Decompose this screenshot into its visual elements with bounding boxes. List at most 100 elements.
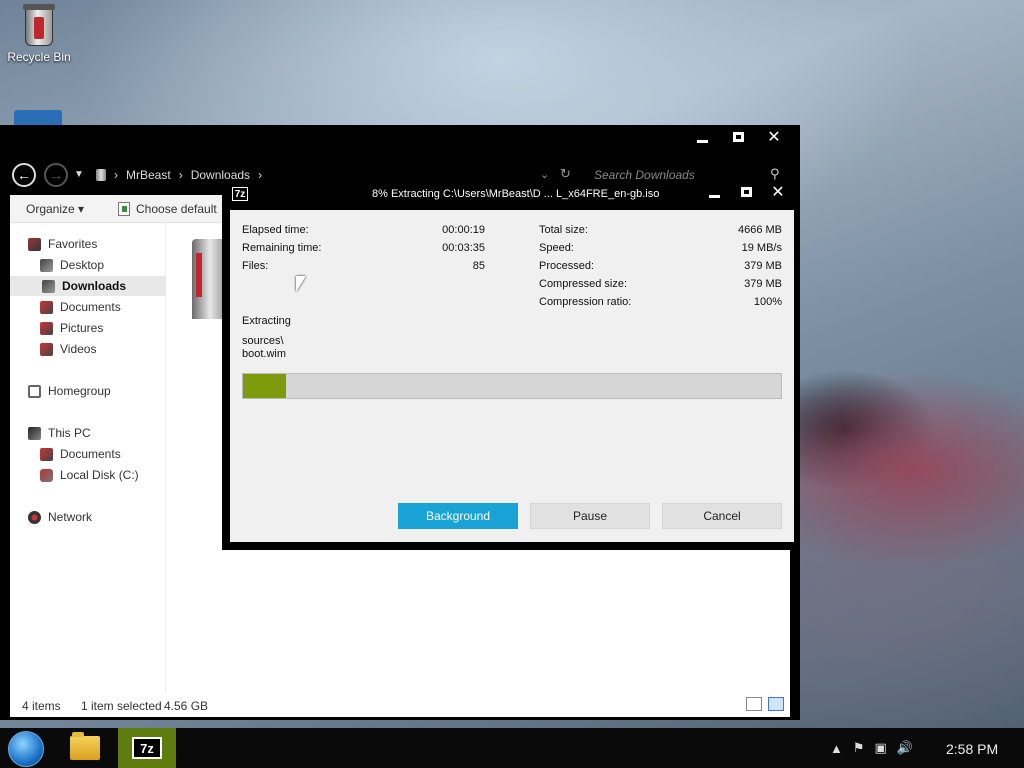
taskbar-sevenzip[interactable]: 7z [118, 728, 176, 768]
nav-local-disk-label: Local Disk (C:) [60, 468, 139, 482]
nav-downloads[interactable]: Downloads [10, 276, 166, 296]
action-center-flag-icon[interactable]: ⚑ [853, 740, 865, 756]
current-file: boot.wim [242, 348, 287, 360]
forward-arrow-icon: → [49, 167, 63, 183]
explorer-maximize-button[interactable] [726, 127, 750, 147]
dialog-maximize-button[interactable] [734, 182, 758, 202]
breadcrumb-separator-icon[interactable]: › [114, 168, 118, 182]
speed-value: 19 MB/s [741, 242, 782, 254]
nav-favorites[interactable]: Favorites [28, 234, 97, 254]
current-path: sources\ [242, 335, 284, 347]
back-arrow-icon: ← [17, 167, 31, 183]
start-button[interactable] [8, 731, 44, 767]
mouse-cursor-icon [296, 276, 306, 292]
homegroup-icon [28, 384, 41, 398]
recycle-bin-icon [23, 4, 55, 46]
nav-homegroup-label: Homegroup [48, 384, 111, 398]
nav-desktop-label: Desktop [60, 258, 105, 272]
files-value: 85 [472, 260, 485, 272]
operation-label: Extracting [242, 315, 291, 327]
network-icon [28, 510, 41, 524]
pc-documents-folder-icon [40, 447, 53, 461]
nav-documents-label: Documents [60, 300, 121, 314]
nav-videos-label: Videos [60, 342, 97, 356]
this-pc-icon [28, 426, 41, 440]
sevenzip-taskbar-icon: 7z [132, 737, 162, 759]
nav-pictures-label: Pictures [60, 321, 104, 335]
breadcrumb-mrbeast[interactable]: MrBeast [126, 168, 171, 182]
breadcrumb-separator-icon[interactable]: › [179, 168, 183, 182]
organize-button[interactable]: Organize ▾ [26, 202, 84, 216]
nav-pictures[interactable]: Pictures [40, 318, 103, 338]
dialog-body: Elapsed time: 00:00:19 Remaining time: 0… [230, 210, 794, 542]
nav-favorites-label: Favorites [48, 237, 98, 251]
elapsed-time-value: 00:00:19 [442, 224, 485, 236]
videos-folder-icon [40, 342, 53, 356]
processed-label: Processed: [539, 260, 595, 272]
close-icon: ✕ [771, 184, 785, 201]
total-size-label: Total size: [539, 224, 588, 236]
maximize-icon [740, 187, 752, 197]
taskbar-clock[interactable]: 2:58 PM [946, 741, 998, 757]
nav-downloads-label: Downloads [62, 279, 127, 293]
minimize-icon [696, 139, 708, 143]
volume-icon[interactable]: 🔊 [897, 740, 913, 756]
show-hidden-icons-icon[interactable]: ▲ [830, 741, 843, 756]
choose-default-button[interactable]: Choose default [118, 202, 217, 216]
explorer-close-button[interactable]: ✕ [762, 127, 786, 147]
dialog-title: 8% Extracting C:\Users\MrBeast\D ... L_x… [372, 188, 660, 200]
extraction-progress-bar [242, 373, 782, 399]
details-view-icon[interactable] [746, 697, 762, 711]
nav-pc-documents[interactable]: Documents [40, 444, 121, 464]
taskbar: 7z ▲ ⚑ ▣ 🔊 2:58 PM [0, 728, 1024, 768]
sevenzip-logo-icon: 7z [232, 187, 248, 201]
nav-this-pc[interactable]: This PC [28, 423, 91, 443]
nav-homegroup[interactable]: Homegroup [28, 381, 111, 401]
view-toggle [746, 697, 784, 711]
compressed-size-value: 379 MB [744, 278, 782, 290]
compressed-size-label: Compressed size: [539, 278, 628, 290]
speed-label: Speed: [539, 242, 574, 254]
dialog-minimize-button[interactable] [702, 182, 726, 202]
taskbar-file-explorer[interactable] [62, 728, 108, 768]
nav-this-pc-label: This PC [48, 426, 91, 440]
local-disk-icon [40, 468, 53, 482]
sevenzip-progress-dialog: 7z 8% Extracting C:\Users\MrBeast\D ... … [222, 180, 800, 550]
processed-value: 379 MB [744, 260, 782, 272]
system-tray: ▲ ⚑ ▣ 🔊 [830, 740, 913, 756]
dialog-close-button[interactable]: ✕ [766, 182, 790, 202]
remaining-time-label: Remaining time: [242, 242, 322, 254]
network-status-icon[interactable]: ▣ [875, 740, 887, 756]
pause-button[interactable]: Pause [530, 503, 650, 529]
close-icon: ✕ [767, 129, 781, 146]
nav-network-label: Network [48, 510, 93, 524]
status-selected-count: 1 item selected [81, 699, 162, 713]
back-button[interactable]: ← [12, 163, 36, 187]
explorer-minimize-button[interactable] [690, 127, 714, 147]
desktop-folder-icon [40, 258, 53, 272]
documents-folder-icon [40, 300, 53, 314]
nav-network[interactable]: Network [28, 507, 92, 527]
remaining-time-value: 00:03:35 [442, 242, 485, 254]
nav-local-disk[interactable]: Local Disk (C:) [40, 465, 139, 485]
elapsed-time-label: Elapsed time: [242, 224, 309, 236]
background-button[interactable]: Background [398, 503, 518, 529]
nav-desktop[interactable]: Desktop [40, 255, 104, 275]
recent-locations-dropdown[interactable]: ▼ [74, 169, 84, 180]
large-icons-view-icon[interactable] [768, 697, 784, 711]
choose-default-label: Choose default [136, 202, 217, 216]
cancel-button[interactable]: Cancel [662, 503, 782, 529]
compression-ratio-value: 100% [753, 296, 782, 308]
dialog-window-controls: ✕ [702, 182, 790, 202]
recycle-bin-shortcut[interactable]: Recycle Bin [6, 4, 72, 64]
nav-videos[interactable]: Videos [40, 339, 96, 359]
explorer-window-controls: ✕ [690, 127, 786, 147]
status-item-count: 4 items [22, 699, 61, 713]
nav-documents[interactable]: Documents [40, 297, 121, 317]
explorer-status-bar: 4 items 1 item selected 4.56 GB [10, 693, 790, 717]
forward-button[interactable]: → [44, 163, 68, 187]
folder-icon [70, 732, 100, 760]
recycle-bin-label: Recycle Bin [7, 50, 71, 64]
favorites-icon [28, 237, 41, 251]
navigation-pane: Favorites Desktop Downloads Documents Pi… [10, 223, 166, 693]
